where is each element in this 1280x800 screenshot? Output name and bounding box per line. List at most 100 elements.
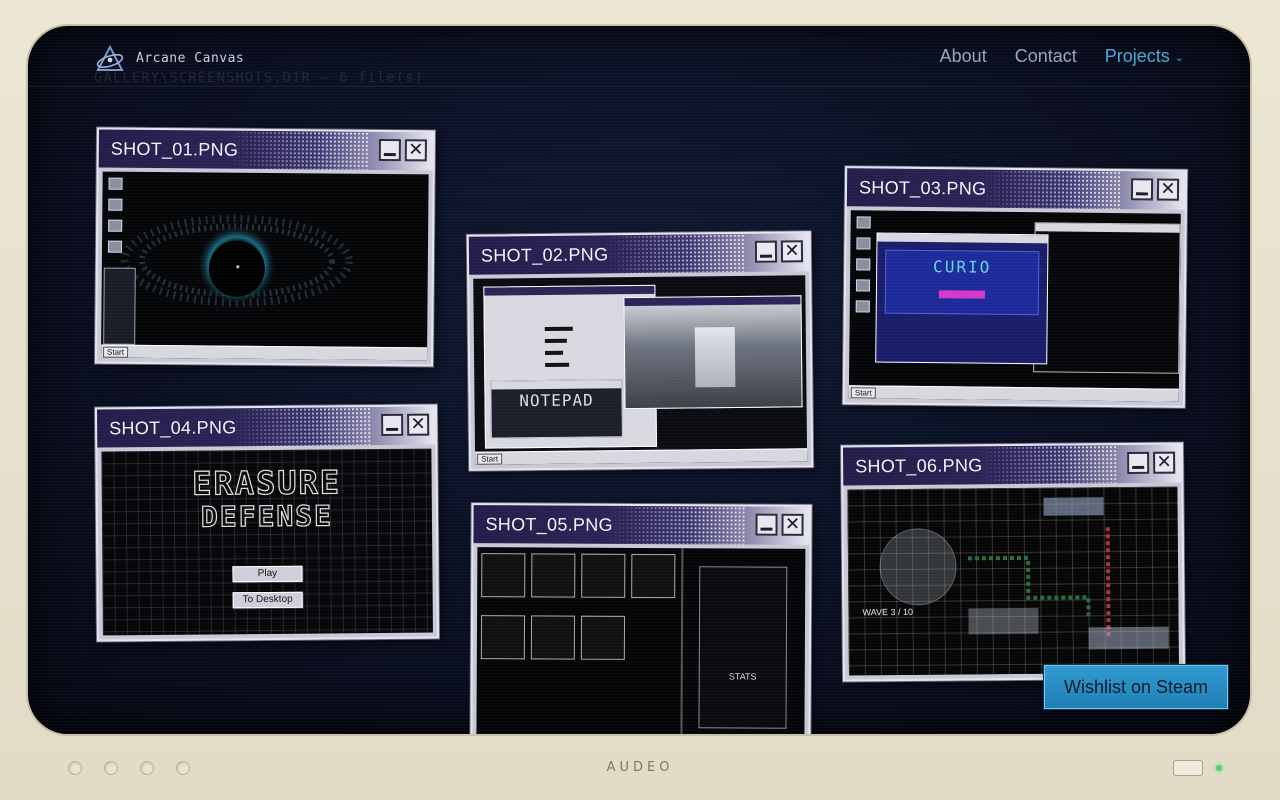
power-led-icon xyxy=(1216,765,1222,771)
titlebar-dither xyxy=(976,445,1118,485)
game-title-line2: DEFENSE xyxy=(200,499,334,534)
window-title: SHOT_03.PNG xyxy=(858,176,987,199)
ghost-path-text: GALLERY\SCREENSHOTS.DIR — 6 file(s) xyxy=(94,70,425,86)
notepad-label: NOTEPAD xyxy=(519,390,594,411)
close-button[interactable]: ✕ xyxy=(1153,451,1176,474)
close-icon: ✕ xyxy=(1156,451,1172,473)
desktop-icons xyxy=(855,216,871,313)
folder-icon xyxy=(856,216,871,229)
close-button[interactable]: ✕ xyxy=(1156,178,1180,201)
unit-card xyxy=(481,553,526,598)
unit-card xyxy=(530,615,576,660)
screenshot-image: ERASURE DEFENSE Play To Desktop xyxy=(101,448,433,636)
redacted-line xyxy=(545,362,570,367)
screenshot-image: STATS xyxy=(476,547,806,734)
browser-pink-button xyxy=(938,290,985,299)
brand-logo-icon xyxy=(96,44,124,71)
close-button[interactable]: ✕ xyxy=(780,240,804,263)
eye-artwork xyxy=(120,214,353,307)
redacted-line xyxy=(544,326,573,331)
window-titlebar[interactable]: SHOT_05.PNG ✕ xyxy=(473,505,810,545)
close-button[interactable]: ✕ xyxy=(781,513,804,536)
close-icon: ✕ xyxy=(784,240,800,262)
window-controls: ✕ xyxy=(381,413,430,436)
folder-icon xyxy=(107,240,123,253)
wishlist-steam-button[interactable]: Wishlist on Steam xyxy=(1044,665,1228,709)
window-titlebar[interactable]: SHOT_03.PNG ✕ xyxy=(846,168,1186,210)
titlebar-dither xyxy=(228,130,370,170)
close-button[interactable]: ✕ xyxy=(407,413,430,436)
minimize-button[interactable] xyxy=(1127,451,1150,474)
titlebar-dither xyxy=(605,505,746,545)
unit-card xyxy=(480,615,526,660)
monitor-brand: AUDEO xyxy=(606,760,674,775)
window-title: SHOT_05.PNG xyxy=(485,513,613,535)
nav-contact[interactable]: Contact xyxy=(1015,46,1077,67)
screenshot-window-6[interactable]: SHOT_06.PNG ✕ WAVE 3 / 10 xyxy=(840,442,1186,682)
titlebar-dither xyxy=(230,407,372,447)
window-titlebar[interactable]: SHOT_02.PNG ✕ xyxy=(468,233,810,275)
power-button[interactable] xyxy=(1173,760,1203,776)
start-button: Start xyxy=(850,387,876,399)
nav-links: About Contact Projects ⌄ xyxy=(940,46,1184,67)
inner-titlebar xyxy=(1035,223,1180,233)
nav-projects-label: Projects xyxy=(1104,46,1170,66)
minimize-button[interactable] xyxy=(378,138,401,162)
close-icon: ✕ xyxy=(408,139,424,161)
taskbar: Start xyxy=(848,385,1179,402)
browser-banner: CURIO xyxy=(884,249,1040,316)
folder-icon xyxy=(855,279,871,292)
nav-about[interactable]: About xyxy=(940,46,987,67)
window-titlebar[interactable]: SHOT_01.PNG ✕ xyxy=(98,129,434,171)
game-artwork xyxy=(879,497,1169,650)
window-title: SHOT_06.PNG xyxy=(855,454,983,476)
minimize-button[interactable] xyxy=(1130,178,1154,201)
window-controls: ✕ xyxy=(1127,451,1176,474)
terminal-window xyxy=(1033,222,1181,374)
divider xyxy=(680,548,684,734)
redacted-line xyxy=(544,338,567,343)
wave-label: WAVE 3 / 10 xyxy=(862,606,914,618)
waterfall-highlight xyxy=(694,327,736,388)
unit-card xyxy=(531,553,576,598)
window-title: SHOT_04.PNG xyxy=(109,416,237,438)
taskbar: Start xyxy=(101,344,428,361)
minimize-button[interactable] xyxy=(755,513,778,536)
redacted-line xyxy=(544,350,564,355)
titlebar-dither xyxy=(604,233,746,274)
folder-icon xyxy=(856,237,871,250)
minimize-button[interactable] xyxy=(381,413,404,436)
inner-image-window xyxy=(623,295,803,410)
start-button: Start xyxy=(477,453,503,465)
folder-icon xyxy=(108,198,123,211)
window-title: SHOT_02.PNG xyxy=(480,243,609,266)
game-title-line1: ERASURE xyxy=(191,463,342,503)
titlebar-dither xyxy=(980,169,1122,210)
window-title: SHOT_01.PNG xyxy=(110,138,239,160)
inner-titlebar xyxy=(877,233,1048,244)
folder-icon xyxy=(856,258,871,271)
close-icon: ✕ xyxy=(410,413,426,435)
play-button: Play xyxy=(232,565,303,583)
chevron-down-icon: ⌄ xyxy=(1174,51,1184,64)
screenshot-window-5[interactable]: SHOT_05.PNG ✕ STATS xyxy=(470,503,812,734)
window-controls: ✕ xyxy=(1130,178,1180,201)
top-nav: Arcane Canvas GALLERY\SCREENSHOTS.DIR — … xyxy=(28,26,1250,87)
screenshot-window-2[interactable]: SHOT_02.PNG ✕ NOTEPAD Start xyxy=(466,231,814,471)
screenshot-window-1[interactable]: SHOT_01.PNG ✕ Start xyxy=(94,127,436,367)
detail-panel: STATS xyxy=(698,566,788,729)
browser-title: CURIO xyxy=(933,257,992,277)
close-button[interactable]: ✕ xyxy=(404,139,427,162)
window-controls: ✕ xyxy=(378,138,427,162)
window-titlebar[interactable]: SHOT_06.PNG ✕ xyxy=(842,444,1182,486)
inner-titlebar xyxy=(491,380,622,390)
screenshot-window-3[interactable]: SHOT_03.PNG ✕ CURIO Start xyxy=(842,166,1188,408)
brand-logo[interactable]: Arcane Canvas xyxy=(94,44,244,72)
window-titlebar[interactable]: SHOT_04.PNG ✕ xyxy=(97,406,436,448)
minimize-button[interactable] xyxy=(754,240,778,263)
unit-cards xyxy=(480,553,678,660)
unit-card xyxy=(631,553,676,599)
notepad-window: NOTEPAD xyxy=(490,379,623,439)
screenshot-window-4[interactable]: SHOT_04.PNG ✕ ERASURE DEFENSE Play To De… xyxy=(94,404,440,642)
nav-projects[interactable]: Projects ⌄ xyxy=(1105,46,1184,67)
